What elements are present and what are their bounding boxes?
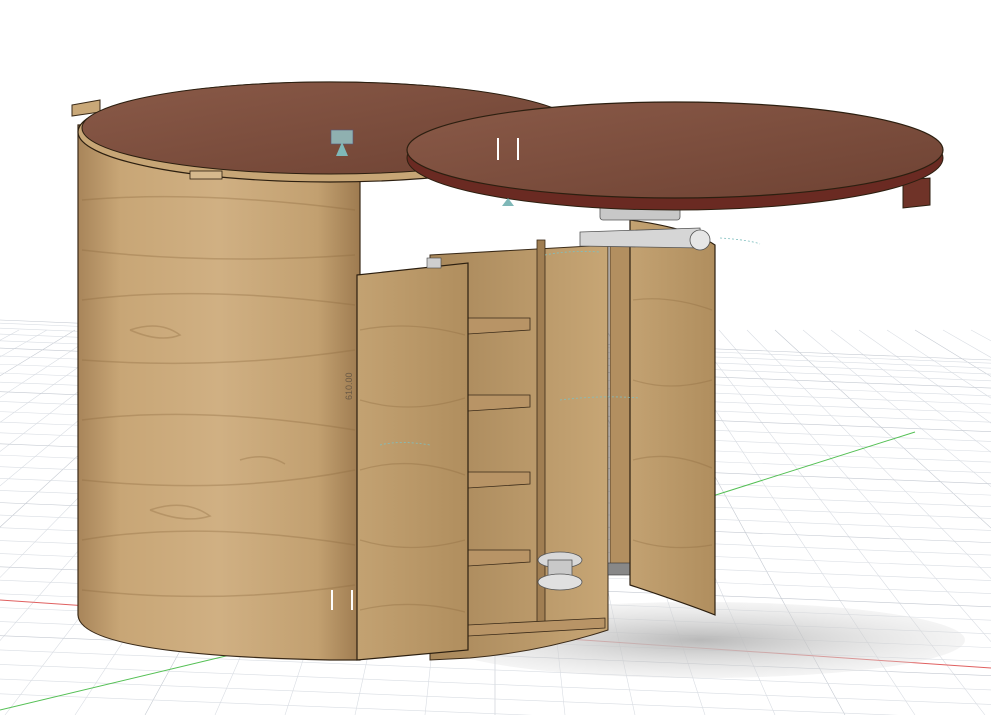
cad-viewport[interactable]: 610.00 (0, 0, 991, 715)
cabinet-body[interactable] (77, 119, 361, 661)
handle-slot (189, 170, 223, 180)
grid-line (0, 329, 76, 377)
y-axis-line (699, 431, 916, 501)
grid-line (0, 329, 48, 358)
dimension-label: 610.00 (344, 372, 354, 400)
cad-canvas[interactable]: 610.00 (0, 0, 991, 715)
swivel-tabletop[interactable] (406, 101, 944, 211)
left-door[interactable] (356, 257, 469, 661)
right-door[interactable] (629, 219, 716, 616)
grid-line (0, 693, 533, 715)
door-hinge (426, 257, 442, 269)
grid-line (0, 329, 20, 341)
